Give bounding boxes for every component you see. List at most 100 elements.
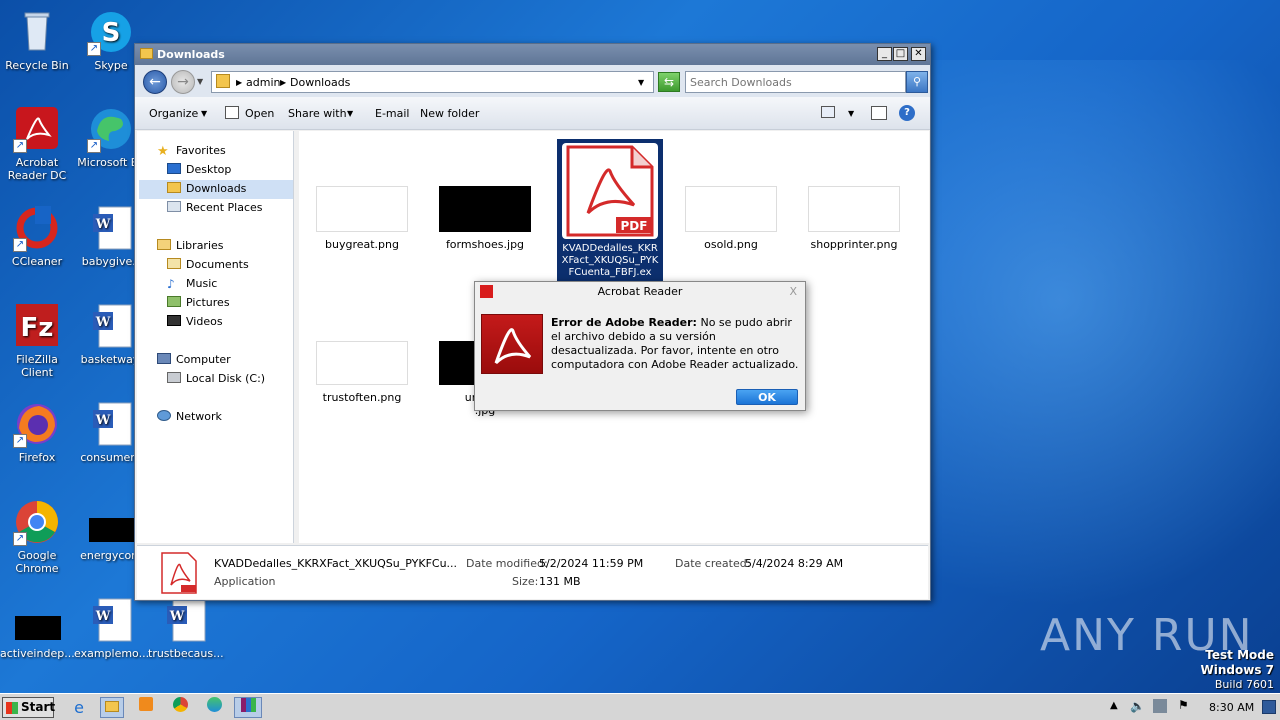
file-item[interactable]: trustoften.png: [309, 341, 415, 404]
file-item-selected[interactable]: PDF KVADDedalles_KKRXFact_XKUQSu_PYKFCue…: [557, 139, 663, 281]
organize-button[interactable]: Organize: [149, 107, 198, 120]
preview-pane-icon[interactable]: [871, 106, 887, 120]
minimize-button[interactable]: _: [877, 47, 892, 61]
nav-documents[interactable]: Documents: [167, 258, 249, 271]
ie-icon[interactable]: e: [67, 697, 91, 718]
recent-pages-chevron-icon[interactable]: ▼: [197, 77, 203, 86]
media-player-icon[interactable]: [134, 697, 158, 718]
clock[interactable]: 8:30 AM: [1209, 701, 1254, 714]
search-input[interactable]: [690, 73, 886, 91]
acrobat-icon: [481, 314, 543, 374]
dialog-titlebar[interactable]: Acrobat Reader X: [475, 282, 805, 301]
desktop-icon-recycle-bin[interactable]: Recycle Bin: [0, 8, 74, 72]
refresh-icon[interactable]: ⇆: [658, 72, 680, 92]
nav-favorites[interactable]: ★ Favorites: [157, 144, 226, 159]
desktop-icon-label: CCleaner: [11, 255, 63, 268]
nav-videos[interactable]: Videos: [167, 315, 223, 328]
black-file-icon: [87, 498, 135, 546]
network-tray-icon[interactable]: [1153, 699, 1167, 713]
details-created-label: Date created:: [675, 557, 751, 570]
open-button[interactable]: Open: [245, 107, 274, 120]
winrar-taskbar-icon[interactable]: [234, 697, 262, 718]
nav-desktop[interactable]: Desktop: [167, 163, 231, 176]
address-dropdown-icon[interactable]: ▼: [638, 78, 644, 87]
file-item[interactable]: formshoes.jpg: [432, 186, 538, 251]
details-pane: KVADDedalles_KKRXFact_XKUQSu_PYKFCu... A…: [137, 545, 928, 599]
show-hidden-icons-icon[interactable]: ▲: [1110, 700, 1118, 711]
desktop-icon-firefox[interactable]: ↗ Firefox: [0, 400, 74, 464]
nav-label: Local Disk (C:): [186, 372, 266, 385]
dialog-heading: Error de Adobe Reader:: [551, 316, 697, 329]
desktop-icon-label: examplemo...: [74, 647, 150, 660]
ccleaner-icon: ↗: [13, 204, 61, 252]
nav-libraries[interactable]: Libraries: [157, 239, 224, 252]
forward-button[interactable]: →: [171, 70, 195, 94]
start-button[interactable]: Start: [2, 697, 56, 718]
view-dropdown-icon[interactable]: ▼: [848, 109, 854, 118]
acrobat-error-dialog[interactable]: Acrobat Reader X Error de Adobe Reader: …: [474, 281, 806, 411]
downloads-folder-icon: [167, 182, 181, 193]
nav-music[interactable]: ♪ Music: [167, 277, 217, 291]
desktop-icon-ccleaner[interactable]: ↗ CCleaner: [0, 204, 74, 268]
nav-local-disk[interactable]: Local Disk (C:): [167, 372, 265, 385]
breadcrumb-admin[interactable]: admin: [246, 76, 280, 89]
chrome-taskbar-icon[interactable]: [168, 697, 192, 718]
nav-network[interactable]: Network: [157, 410, 222, 423]
share-dropdown-icon[interactable]: ▼: [347, 109, 353, 118]
action-center-flag-icon[interactable]: ⚑: [1178, 698, 1189, 712]
breadcrumb-chevron-icon[interactable]: ▶: [236, 78, 242, 87]
volume-icon[interactable]: 🔈: [1130, 699, 1145, 713]
share-with-button[interactable]: Share with: [288, 107, 347, 120]
navigation-pane: ★ Favorites Desktop Downloads Recent Plac…: [137, 131, 294, 543]
dialog-close-button[interactable]: X: [789, 282, 797, 301]
edge-taskbar-icon[interactable]: [202, 697, 226, 718]
computer-icon: [157, 353, 171, 364]
help-icon[interactable]: ?: [899, 105, 915, 121]
file-item[interactable]: buygreat.png: [309, 186, 415, 251]
file-name: formshoes.jpg: [445, 238, 525, 251]
desktop-icon-filezilla[interactable]: Fz FileZilla Client: [0, 302, 74, 379]
file-item[interactable]: shopprinter.png: [801, 186, 907, 251]
filezilla-icon: Fz: [13, 302, 61, 350]
view-options-icon[interactable]: [821, 106, 835, 118]
new-folder-button[interactable]: New folder: [420, 107, 479, 120]
nav-downloads[interactable]: Downloads: [139, 180, 293, 199]
nav-computer[interactable]: Computer: [157, 353, 231, 366]
search-box[interactable]: [685, 71, 906, 93]
file-name: KVADDedalles_KKRXFact_XKUQSu_PYKFCuenta_…: [561, 243, 659, 278]
breadcrumb-downloads[interactable]: Downloads: [290, 76, 350, 89]
email-button[interactable]: E-mail: [375, 107, 410, 120]
nav-label: Libraries: [176, 239, 224, 252]
desktop-icon-acrobat[interactable]: ↗ Acrobat Reader DC: [0, 105, 74, 182]
ok-button[interactable]: OK: [736, 389, 798, 405]
file-item[interactable]: osold.png: [678, 186, 784, 251]
show-desktop-icon[interactable]: [1262, 700, 1276, 714]
test-mode-line3: Build 7601: [1214, 678, 1274, 691]
desktop-icon-black-file[interactable]: activeindep...: [0, 596, 75, 660]
search-icon[interactable]: ⚲: [906, 71, 928, 93]
explorer-taskbar-icon[interactable]: [100, 697, 124, 718]
music-icon: ♪: [167, 277, 175, 291]
desktop-icon-label: Google Chrome: [15, 549, 59, 575]
desktop-icon-chrome[interactable]: ↗ Google Chrome: [0, 498, 74, 575]
organize-dropdown-icon[interactable]: ▼: [201, 109, 207, 118]
desktop-icon-word-doc[interactable]: W trustbecaus...: [148, 596, 224, 660]
close-button[interactable]: ✕: [911, 47, 926, 61]
dialog-title: Acrobat Reader: [597, 285, 683, 298]
pdf-file-icon: [159, 551, 199, 595]
nav-recent-places[interactable]: Recent Places: [167, 201, 263, 214]
desktop-icon-label: energycom: [80, 549, 142, 562]
breadcrumb-chevron-icon[interactable]: ▶: [280, 78, 286, 87]
back-button[interactable]: ←: [143, 70, 167, 94]
address-bar[interactable]: ▶ admin ▶ Downloads ▼: [211, 71, 654, 93]
image-thumbnail: [808, 186, 900, 232]
nav-label: Pictures: [186, 296, 230, 309]
start-label: Start: [21, 700, 56, 714]
skype-icon: S ↗: [87, 8, 135, 56]
nav-pictures[interactable]: Pictures: [167, 296, 230, 309]
desktop-icon-word-doc[interactable]: W examplemo...: [74, 596, 150, 660]
edge-icon: ↗: [87, 105, 135, 153]
maximize-button[interactable]: □: [893, 47, 908, 61]
window-titlebar[interactable]: Downloads _ □ ✕: [135, 44, 930, 65]
word-doc-icon: W: [161, 596, 209, 644]
